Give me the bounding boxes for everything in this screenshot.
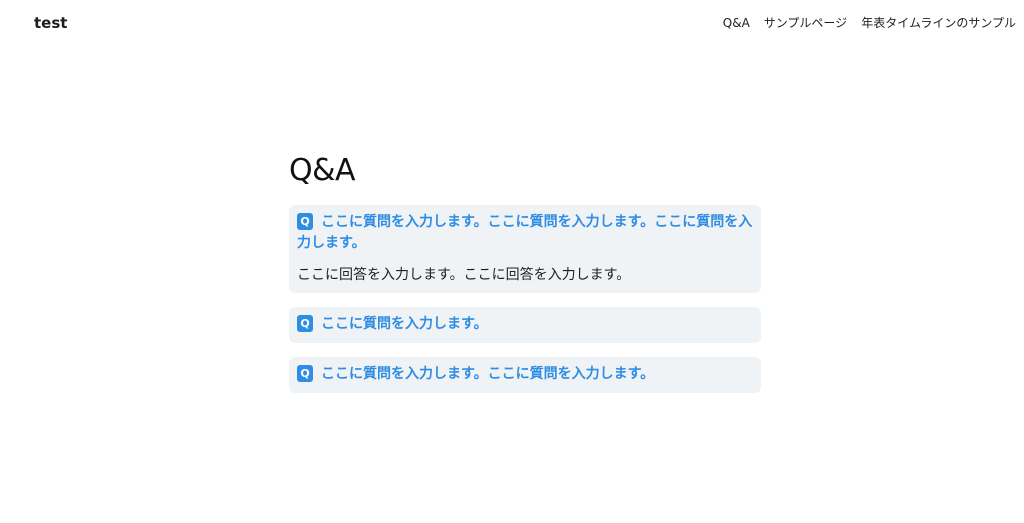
faq-item: Q ここに質問を入力します。: [289, 307, 761, 343]
faq-question-toggle[interactable]: Q ここに質問を入力します。ここに質問を入力します。: [297, 364, 753, 385]
faq-item: Q ここに質問を入力します。ここに質問を入力します。ここに質問を入力します。 ここ…: [289, 205, 761, 293]
faq-item: Q ここに質問を入力します。ここに質問を入力します。: [289, 357, 761, 393]
faq-question-text: ここに質問を入力します。ここに質問を入力します。ここに質問を入力します。: [297, 214, 753, 251]
q-badge-icon: Q: [297, 315, 313, 332]
faq-question-text: ここに質問を入力します。: [321, 316, 488, 332]
site-header: test Q&A サンプルページ 年表タイムラインのサンプル: [0, 0, 1024, 46]
main-content: Q&A Q ここに質問を入力します。ここに質問を入力します。ここに質問を入力します…: [289, 150, 761, 407]
faq-question-text: ここに質問を入力します。ここに質問を入力します。: [321, 366, 655, 382]
faq-question-toggle[interactable]: Q ここに質問を入力します。: [297, 314, 753, 335]
nav-item-sample-page[interactable]: サンプルページ: [764, 14, 847, 32]
faq-question-toggle[interactable]: Q ここに質問を入力します。ここに質問を入力します。ここに質問を入力します。: [297, 212, 753, 254]
site-title-link[interactable]: test: [34, 13, 67, 33]
faq-answer-text: ここに回答を入力します。ここに回答を入力します。: [297, 267, 631, 283]
page-title: Q&A: [289, 153, 356, 188]
nav-item-timeline-sample[interactable]: 年表タイムラインのサンプル: [861, 14, 1016, 32]
nav-item-qa[interactable]: Q&A: [723, 14, 750, 32]
q-badge-icon: Q: [297, 213, 313, 230]
primary-navigation: Q&A サンプルページ 年表タイムラインのサンプル: [723, 14, 1016, 32]
q-badge-icon: Q: [297, 365, 313, 382]
